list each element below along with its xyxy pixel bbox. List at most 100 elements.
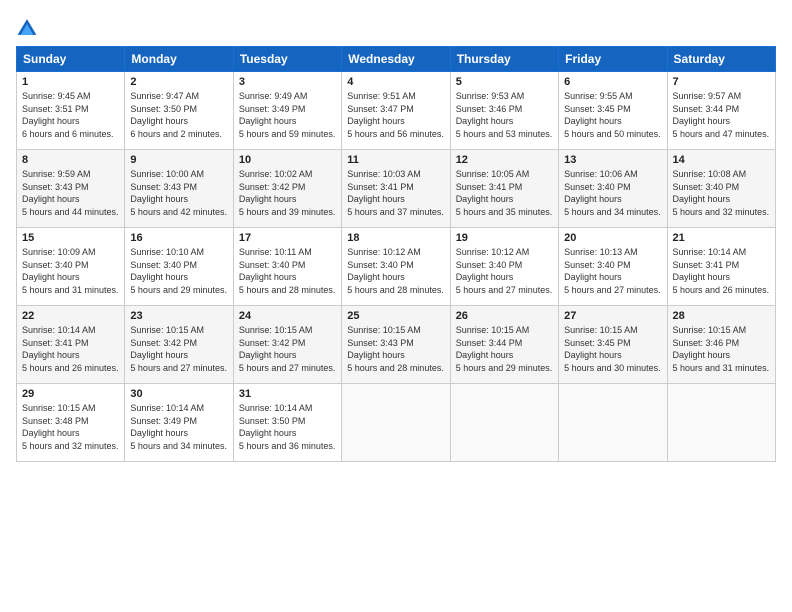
day-number: 26 <box>456 310 553 322</box>
day-number: 30 <box>130 388 227 400</box>
day-number: 4 <box>347 76 444 88</box>
day-number: 13 <box>564 154 661 166</box>
day-cell: 5 Sunrise: 9:53 AMSunset: 3:46 PMDayligh… <box>450 72 558 150</box>
day-number: 17 <box>239 232 336 244</box>
day-number: 9 <box>130 154 227 166</box>
day-number: 24 <box>239 310 336 322</box>
day-cell: 23 Sunrise: 10:15 AMSunset: 3:42 PMDayli… <box>125 306 233 384</box>
day-number: 22 <box>22 310 119 322</box>
day-number: 3 <box>239 76 336 88</box>
day-info: Sunrise: 10:12 AMSunset: 3:40 PMDaylight… <box>347 247 444 295</box>
day-number: 16 <box>130 232 227 244</box>
logo-icon <box>16 16 38 38</box>
header-thursday: Thursday <box>450 47 558 72</box>
day-number: 27 <box>564 310 661 322</box>
day-info: Sunrise: 10:14 AMSunset: 3:41 PMDaylight… <box>673 247 770 295</box>
week-row-2: 8 Sunrise: 9:59 AMSunset: 3:43 PMDayligh… <box>17 150 776 228</box>
day-cell: 31 Sunrise: 10:14 AMSunset: 3:50 PMDayli… <box>233 384 341 462</box>
day-info: Sunrise: 10:00 AMSunset: 3:43 PMDaylight… <box>130 169 227 217</box>
day-info: Sunrise: 9:51 AMSunset: 3:47 PMDaylight … <box>347 91 444 139</box>
page: SundayMondayTuesdayWednesdayThursdayFrid… <box>0 0 792 612</box>
day-cell: 24 Sunrise: 10:15 AMSunset: 3:42 PMDayli… <box>233 306 341 384</box>
day-cell: 27 Sunrise: 10:15 AMSunset: 3:45 PMDayli… <box>559 306 667 384</box>
day-cell: 21 Sunrise: 10:14 AMSunset: 3:41 PMDayli… <box>667 228 775 306</box>
day-cell: 26 Sunrise: 10:15 AMSunset: 3:44 PMDayli… <box>450 306 558 384</box>
day-info: Sunrise: 10:10 AMSunset: 3:40 PMDaylight… <box>130 247 227 295</box>
day-info: Sunrise: 10:03 AMSunset: 3:41 PMDaylight… <box>347 169 444 217</box>
day-number: 25 <box>347 310 444 322</box>
day-number: 19 <box>456 232 553 244</box>
day-info: Sunrise: 10:08 AMSunset: 3:40 PMDaylight… <box>673 169 770 217</box>
day-info: Sunrise: 10:13 AMSunset: 3:40 PMDaylight… <box>564 247 661 295</box>
day-cell: 30 Sunrise: 10:14 AMSunset: 3:49 PMDayli… <box>125 384 233 462</box>
day-cell: 17 Sunrise: 10:11 AMSunset: 3:40 PMDayli… <box>233 228 341 306</box>
day-cell: 15 Sunrise: 10:09 AMSunset: 3:40 PMDayli… <box>17 228 125 306</box>
day-number: 14 <box>673 154 770 166</box>
day-cell: 11 Sunrise: 10:03 AMSunset: 3:41 PMDayli… <box>342 150 450 228</box>
day-info: Sunrise: 10:06 AMSunset: 3:40 PMDaylight… <box>564 169 661 217</box>
day-number: 1 <box>22 76 119 88</box>
week-row-4: 22 Sunrise: 10:14 AMSunset: 3:41 PMDayli… <box>17 306 776 384</box>
day-number: 31 <box>239 388 336 400</box>
header-wednesday: Wednesday <box>342 47 450 72</box>
day-info: Sunrise: 10:15 AMSunset: 3:43 PMDaylight… <box>347 325 444 373</box>
day-info: Sunrise: 9:45 AMSunset: 3:51 PMDaylight … <box>22 91 114 139</box>
day-number: 7 <box>673 76 770 88</box>
day-number: 29 <box>22 388 119 400</box>
header-saturday: Saturday <box>667 47 775 72</box>
day-cell: 28 Sunrise: 10:15 AMSunset: 3:46 PMDayli… <box>667 306 775 384</box>
day-number: 10 <box>239 154 336 166</box>
day-info: Sunrise: 9:53 AMSunset: 3:46 PMDaylight … <box>456 91 553 139</box>
header-monday: Monday <box>125 47 233 72</box>
day-info: Sunrise: 10:09 AMSunset: 3:40 PMDaylight… <box>22 247 119 295</box>
day-info: Sunrise: 10:15 AMSunset: 3:46 PMDaylight… <box>673 325 770 373</box>
day-cell: 9 Sunrise: 10:00 AMSunset: 3:43 PMDaylig… <box>125 150 233 228</box>
week-row-3: 15 Sunrise: 10:09 AMSunset: 3:40 PMDayli… <box>17 228 776 306</box>
day-cell: 18 Sunrise: 10:12 AMSunset: 3:40 PMDayli… <box>342 228 450 306</box>
day-info: Sunrise: 9:59 AMSunset: 3:43 PMDaylight … <box>22 169 119 217</box>
day-number: 18 <box>347 232 444 244</box>
day-number: 23 <box>130 310 227 322</box>
day-cell: 12 Sunrise: 10:05 AMSunset: 3:41 PMDayli… <box>450 150 558 228</box>
day-cell: 25 Sunrise: 10:15 AMSunset: 3:43 PMDayli… <box>342 306 450 384</box>
day-cell: 4 Sunrise: 9:51 AMSunset: 3:47 PMDayligh… <box>342 72 450 150</box>
day-cell: 10 Sunrise: 10:02 AMSunset: 3:42 PMDayli… <box>233 150 341 228</box>
day-number: 5 <box>456 76 553 88</box>
day-number: 6 <box>564 76 661 88</box>
week-row-5: 29 Sunrise: 10:15 AMSunset: 3:48 PMDayli… <box>17 384 776 462</box>
day-info: Sunrise: 10:05 AMSunset: 3:41 PMDaylight… <box>456 169 553 217</box>
header-friday: Friday <box>559 47 667 72</box>
logo <box>16 16 42 38</box>
day-info: Sunrise: 10:12 AMSunset: 3:40 PMDaylight… <box>456 247 553 295</box>
day-info: Sunrise: 9:47 AMSunset: 3:50 PMDaylight … <box>130 91 222 139</box>
day-cell: 20 Sunrise: 10:13 AMSunset: 3:40 PMDayli… <box>559 228 667 306</box>
day-cell <box>559 384 667 462</box>
day-number: 11 <box>347 154 444 166</box>
day-cell: 7 Sunrise: 9:57 AMSunset: 3:44 PMDayligh… <box>667 72 775 150</box>
day-cell: 1 Sunrise: 9:45 AMSunset: 3:51 PMDayligh… <box>17 72 125 150</box>
day-info: Sunrise: 10:15 AMSunset: 3:42 PMDaylight… <box>130 325 227 373</box>
day-cell: 19 Sunrise: 10:12 AMSunset: 3:40 PMDayli… <box>450 228 558 306</box>
day-cell: 29 Sunrise: 10:15 AMSunset: 3:48 PMDayli… <box>17 384 125 462</box>
day-cell: 14 Sunrise: 10:08 AMSunset: 3:40 PMDayli… <box>667 150 775 228</box>
header-sunday: Sunday <box>17 47 125 72</box>
week-row-1: 1 Sunrise: 9:45 AMSunset: 3:51 PMDayligh… <box>17 72 776 150</box>
calendar-table: SundayMondayTuesdayWednesdayThursdayFrid… <box>16 46 776 462</box>
day-info: Sunrise: 10:11 AMSunset: 3:40 PMDaylight… <box>239 247 336 295</box>
day-info: Sunrise: 10:15 AMSunset: 3:42 PMDaylight… <box>239 325 336 373</box>
day-cell: 6 Sunrise: 9:55 AMSunset: 3:45 PMDayligh… <box>559 72 667 150</box>
day-cell: 22 Sunrise: 10:14 AMSunset: 3:41 PMDayli… <box>17 306 125 384</box>
day-cell: 3 Sunrise: 9:49 AMSunset: 3:49 PMDayligh… <box>233 72 341 150</box>
day-number: 28 <box>673 310 770 322</box>
day-info: Sunrise: 10:15 AMSunset: 3:44 PMDaylight… <box>456 325 553 373</box>
day-cell <box>450 384 558 462</box>
day-info: Sunrise: 10:14 AMSunset: 3:50 PMDaylight… <box>239 403 336 451</box>
day-number: 21 <box>673 232 770 244</box>
day-info: Sunrise: 10:14 AMSunset: 3:49 PMDaylight… <box>130 403 227 451</box>
day-info: Sunrise: 10:15 AMSunset: 3:48 PMDaylight… <box>22 403 119 451</box>
day-info: Sunrise: 10:15 AMSunset: 3:45 PMDaylight… <box>564 325 661 373</box>
day-number: 2 <box>130 76 227 88</box>
day-cell: 2 Sunrise: 9:47 AMSunset: 3:50 PMDayligh… <box>125 72 233 150</box>
day-cell <box>667 384 775 462</box>
calendar-header-row: SundayMondayTuesdayWednesdayThursdayFrid… <box>17 47 776 72</box>
